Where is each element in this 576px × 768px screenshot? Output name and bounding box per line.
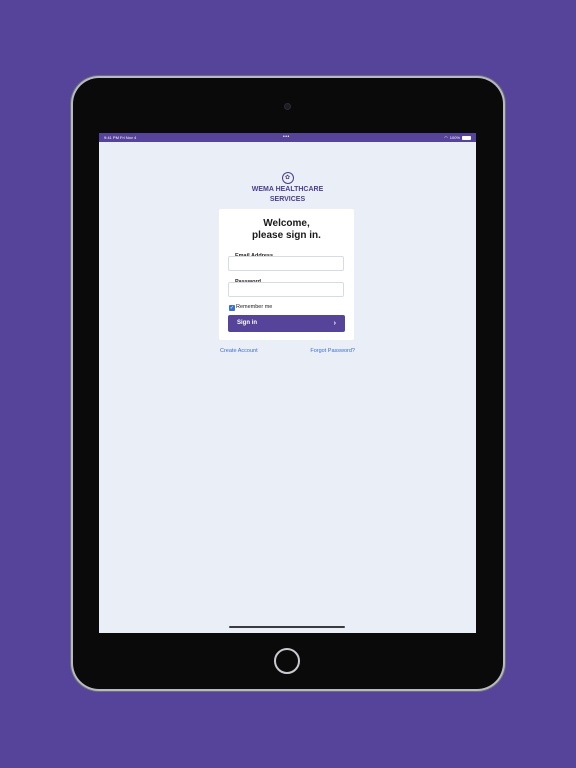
status-bar: 9:41 PM Fri Nov 4 ••• ◠ 100% bbox=[99, 133, 476, 142]
remember-me-checkbox[interactable]: ✓ bbox=[229, 305, 235, 311]
chevron-right-icon: › bbox=[333, 320, 336, 327]
home-indicator bbox=[229, 626, 345, 628]
welcome-line1: Welcome, bbox=[263, 218, 310, 229]
camera-icon bbox=[284, 103, 291, 110]
logo: ✿ WEMA HEALTHCARE SERVICES bbox=[99, 166, 476, 204]
status-dots: ••• bbox=[283, 134, 290, 140]
password-field[interactable] bbox=[228, 282, 344, 297]
wifi-icon: ◠ bbox=[444, 135, 448, 140]
sign-in-button[interactable]: Sign in › bbox=[228, 315, 345, 332]
welcome-line2: please sign in. bbox=[252, 230, 321, 241]
battery-text: 100% bbox=[449, 135, 460, 140]
remember-me-label: Remember me bbox=[236, 304, 273, 310]
logo-emblem-icon: ✿ bbox=[281, 172, 294, 184]
logo-text-line1: WEMA HEALTHCARE bbox=[251, 186, 324, 193]
sign-in-label: Sign in bbox=[237, 320, 257, 326]
welcome-heading: Welcome, please sign in. bbox=[219, 218, 354, 242]
status-time: 9:41 PM Fri Nov 4 bbox=[104, 135, 137, 140]
ipad-frame: 9:41 PM Fri Nov 4 ••• ◠ 100% ✿ WEMA HEAL… bbox=[73, 78, 503, 689]
battery-icon bbox=[462, 135, 471, 140]
app-screen: 9:41 PM Fri Nov 4 ••• ◠ 100% ✿ WEMA HEAL… bbox=[99, 133, 476, 633]
create-account-link[interactable]: Create Account bbox=[220, 348, 258, 354]
login-card: Welcome, please sign in. Email Address P… bbox=[219, 209, 354, 340]
logo-text-line2: SERVICES bbox=[269, 196, 306, 203]
home-button[interactable] bbox=[274, 648, 300, 674]
status-right: ◠ 100% bbox=[444, 133, 471, 142]
forgot-password-link[interactable]: Forgot Password? bbox=[310, 348, 355, 354]
email-field[interactable] bbox=[228, 256, 344, 271]
